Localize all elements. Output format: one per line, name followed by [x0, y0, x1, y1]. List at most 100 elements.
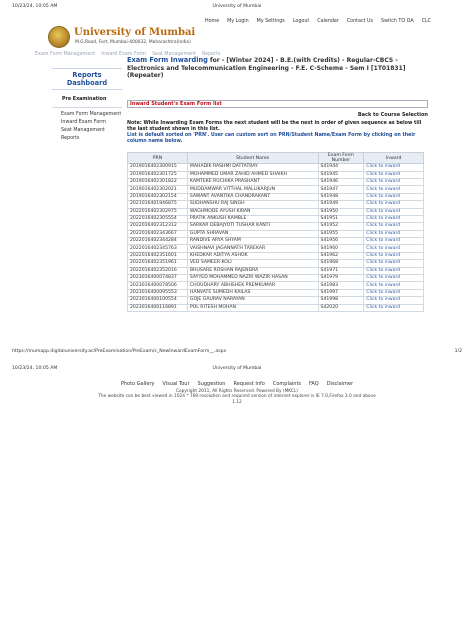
exam-form-number-cell: S41956 [317, 237, 365, 246]
click-to-inward-link[interactable]: Click to inward [363, 170, 424, 179]
print-page-1: 1/2 [454, 349, 462, 354]
click-to-inward-link[interactable]: Click to inward [363, 251, 424, 261]
footer-copyright: Copyright 2011, All Rights Reserved. Pow… [0, 389, 474, 405]
sort-hint: List is default sorted on 'PRN'. User ca… [127, 132, 416, 145]
prn-cell: 2023016400095553 [127, 288, 188, 298]
col-prn[interactable]: PRN [127, 152, 188, 165]
menubar-item-0[interactable]: Exam Form Management [35, 52, 95, 57]
exam-form-number-cell: S41979 [317, 273, 365, 283]
university-address: M.G.Road, Fort, Mumbai-400032, Maharasht… [75, 40, 191, 45]
back-to-course-selection-link[interactable]: Back to Course Selection [127, 112, 428, 118]
prn-cell: 2023016400074837 [127, 273, 188, 283]
sidebar-links: Exam Form Management Inward Exam Form Seat… [52, 112, 122, 143]
footer-link-0[interactable]: Photo Gallery [121, 381, 155, 387]
col-student-name[interactable]: Student Name [186, 152, 319, 165]
topnav-link-4[interactable]: Calendar [317, 19, 339, 24]
table-row: 2023016400095553 HANVATE SUMEDH KAILAS S41… [127, 288, 424, 298]
inward-list-panel: Inward Student's Exam Form list [127, 99, 428, 108]
student-name-cell: SAWANT AVANTIKA CHANDRAKANT [186, 192, 319, 202]
prn-cell: 2022016402302975 [127, 207, 188, 216]
topnav-link-7[interactable]: CLC [422, 19, 431, 24]
click-to-inward-link[interactable]: Click to inward [363, 266, 424, 276]
click-to-inward-link[interactable]: Click to inward [363, 288, 424, 298]
topnav-link-0[interactable]: Home [205, 19, 219, 24]
footer-link-4[interactable]: Complaints [273, 381, 301, 387]
click-to-inward-link[interactable]: Click to inward [363, 214, 424, 224]
topnav-link-2[interactable]: My Settings [257, 19, 285, 24]
student-name-cell: MUDDAMWAR VITTHAL MALLIKARJUN [186, 185, 319, 194]
footer-link-1[interactable]: Visual Tour [163, 381, 190, 387]
student-name-cell: HANVATE SUMEDH KAILAS [186, 288, 319, 298]
exam-form-number-cell: S41951 [317, 214, 365, 224]
university-logo [48, 26, 70, 48]
footer-link-2[interactable]: Suggestion [198, 381, 226, 387]
topnav-link-3[interactable]: Logout [293, 19, 309, 24]
click-to-inward-link[interactable]: Click to inward [363, 185, 424, 194]
footer-link-6[interactable]: Disclaimer [327, 381, 353, 387]
click-to-inward-link[interactable]: Click to inward [363, 177, 424, 187]
sidebar-link-3[interactable]: Reports [61, 136, 122, 143]
click-to-inward-link[interactable]: Click to inward [363, 200, 424, 209]
sidebar-link-0[interactable]: Exam Form Management [61, 112, 122, 119]
print-url: https://mumapp.digitaluniversity.ac/PreE… [12, 349, 227, 354]
prn-cell: 2022016402351961 [127, 259, 188, 268]
exam-form-number-cell: S41947 [317, 185, 365, 194]
table-row: 2022016402343667 GUPTA SHRAVAN S41955 Click… [127, 229, 424, 239]
table-row: 2022016402351961 VED SAMEER KOLI S41968 Cli… [127, 259, 424, 268]
table-row: 2022016402351601 KHEDKAR ADITYA ASHOK S419… [127, 251, 424, 261]
click-to-inward-link[interactable]: Click to inward [363, 259, 424, 268]
student-name-cell: SAYYED MOHAMMED NAZIR WAZIR HASAN [186, 273, 319, 283]
exam-form-number-cell: S41955 [317, 229, 365, 239]
exam-form-number-cell: S41950 [317, 207, 365, 216]
col-inward: Inward [363, 152, 424, 165]
main-content: Exam Form Inwarding for - [Winter 2024] … [127, 56, 428, 312]
click-to-inward-link[interactable]: Click to inward [363, 207, 424, 216]
click-to-inward-link[interactable]: Click to inward [363, 163, 424, 172]
student-name-cell: KAMTEKE RUCHIKA PRASHANT [186, 177, 319, 187]
student-name-cell: CHOUDHARY ABHISHEK PREMKUMAR [186, 281, 319, 290]
prn-cell: 2019016402301725 [127, 170, 188, 179]
prn-cell: 2023016400078506 [127, 281, 188, 290]
exam-form-number-cell: S41944 [317, 163, 365, 172]
click-to-inward-link[interactable]: Click to inward [363, 303, 424, 312]
table-row: 2023016400116891 POL RITESH MOHAN S42020 Cl… [127, 303, 424, 312]
prn-cell: 2021016401946875 [127, 200, 188, 209]
print-header-page2: 10/23/24, 10:05 AM University of Mumbai [12, 366, 462, 371]
student-name-cell: KHEDKAR ADITYA ASHOK [186, 251, 319, 261]
footer-link-5[interactable]: FAQ [309, 381, 319, 387]
table-row: 2019016402301725 MOHAMMED UMAR ZAHID AHME… [127, 170, 424, 179]
prn-cell: 2022016402312312 [127, 222, 188, 231]
prn-cell: 2023016400100554 [127, 296, 188, 305]
prn-cell: 2019016402301822 [127, 177, 188, 187]
footer-links: Photo Gallery Visual Tour Suggestion Reques… [0, 381, 474, 387]
click-to-inward-link[interactable]: Click to inward [363, 222, 424, 231]
click-to-inward-link[interactable]: Click to inward [363, 296, 424, 305]
click-to-inward-link[interactable]: Click to inward [363, 244, 424, 253]
table-row: 2022016402352016 BHUSARE ROSHAN RAJENDRA S… [127, 266, 424, 276]
exam-form-number-cell: S41997 [317, 288, 365, 298]
topnav-link-1[interactable]: My Login [227, 19, 248, 24]
click-to-inward-link[interactable]: Click to inward [363, 273, 424, 283]
sidebar-title: Reports Dashboard [52, 68, 122, 90]
exam-form-number-cell: S41962 [317, 251, 365, 261]
topnav-link-5[interactable]: Contact Us [347, 19, 373, 24]
print-title: University of Mumbai [212, 4, 262, 9]
sidebar-link-1[interactable]: Inward Exam Form [61, 120, 122, 127]
footer-link-3[interactable]: Request Info [233, 381, 264, 387]
sort-note: Note: While Inwarding Exam Forms the nex… [127, 121, 428, 145]
form-title-heading: Exam Form Inwarding [127, 56, 208, 64]
sidebar-link-2[interactable]: Seat Management [61, 128, 122, 135]
exam-form-number-cell: S41968 [317, 259, 365, 268]
click-to-inward-link[interactable]: Click to inward [363, 237, 424, 246]
prn-cell: 2019016402302021 [127, 185, 188, 194]
click-to-inward-link[interactable]: Click to inward [363, 281, 424, 290]
col-exam-form-number[interactable]: Exam Form Number [317, 152, 365, 165]
prn-cell: 2022016402352016 [127, 266, 188, 276]
exam-form-number-cell: S41983 [317, 281, 365, 290]
exam-form-number-cell: S42020 [317, 303, 365, 312]
click-to-inward-link[interactable]: Click to inward [363, 229, 424, 239]
topnav-link-6[interactable]: Switch TO OA [381, 19, 414, 24]
click-to-inward-link[interactable]: Click to inward [363, 192, 424, 202]
student-name-cell: VAISHNAVI JAGANNATH TAREKAR [186, 244, 319, 253]
exam-form-number-cell: S41945 [317, 170, 365, 179]
